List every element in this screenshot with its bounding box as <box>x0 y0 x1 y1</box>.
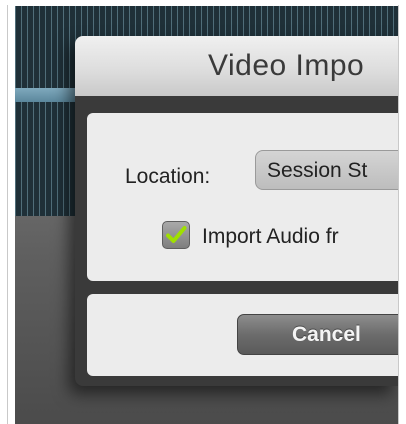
checkmark-icon <box>166 226 187 243</box>
screenshot-frame: Video Impo Location: Session St Import A… <box>0 0 406 424</box>
dialog-titlebar: Video Impo <box>75 36 398 96</box>
location-label: Location: <box>125 165 211 188</box>
dialog-title: Video Impo <box>208 49 365 82</box>
app-background: Video Impo Location: Session St Import A… <box>15 6 398 424</box>
button-panel: Cancel <box>87 294 398 376</box>
options-panel: Location: Session St Import Audio fr <box>87 113 398 281</box>
import-audio-checkbox[interactable] <box>162 221 190 249</box>
cancel-button[interactable]: Cancel <box>237 314 398 355</box>
location-select-value: Session St <box>267 159 368 182</box>
cancel-button-label: Cancel <box>292 323 361 346</box>
video-import-dialog: Video Impo Location: Session St Import A… <box>75 36 398 386</box>
import-audio-label: Import Audio fr <box>202 225 339 248</box>
location-select[interactable]: Session St <box>255 150 398 190</box>
